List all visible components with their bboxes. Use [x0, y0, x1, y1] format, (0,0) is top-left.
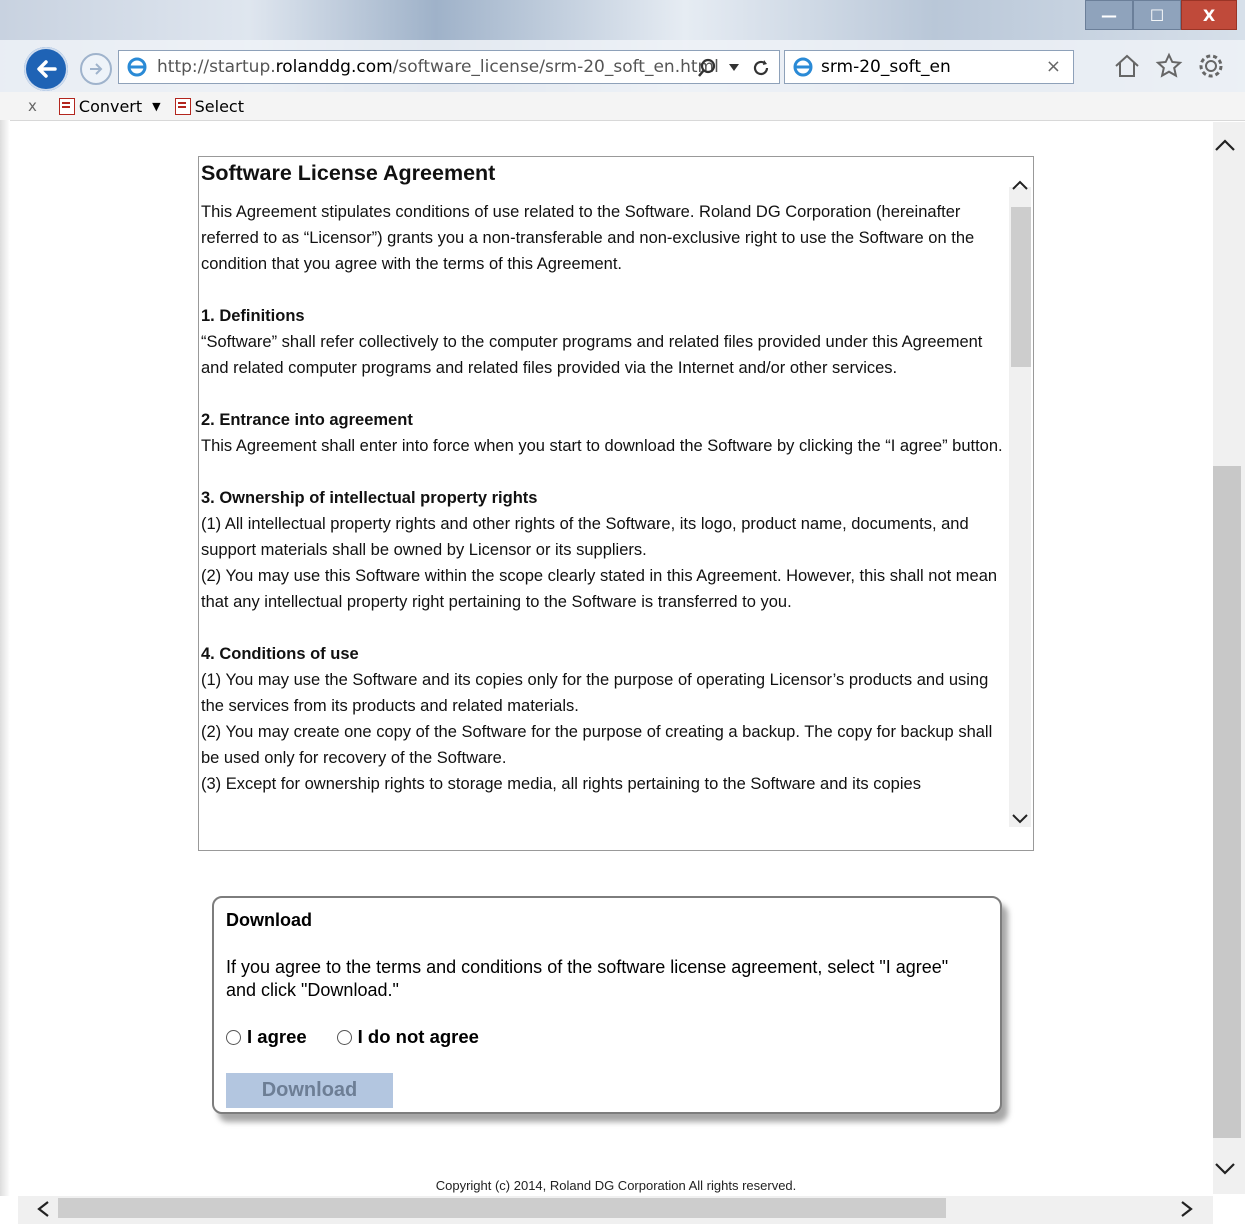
select-button[interactable]: Select	[174, 96, 244, 116]
page-horizontal-scroll-thumb[interactable]	[58, 1198, 946, 1218]
scroll-up-icon[interactable]	[1214, 138, 1236, 152]
section-conditions-p2: (2) You may create one copy of the Softw…	[201, 723, 993, 767]
chevron-down-icon[interactable]: ▼	[152, 100, 160, 113]
pdf-convert-icon	[58, 97, 75, 115]
minimize-button[interactable]: —	[1085, 0, 1133, 30]
back-arrow-icon	[37, 60, 57, 78]
pdf-select-icon	[174, 97, 191, 115]
close-window-button[interactable]: X	[1181, 0, 1237, 30]
close-icon: X	[1202, 5, 1216, 25]
license-intro: This Agreement stipulates conditions of …	[201, 203, 975, 273]
dropdown-arrow-icon[interactable]	[729, 64, 739, 72]
home-icon[interactable]	[1113, 52, 1141, 80]
settings-gear-icon[interactable]	[1197, 52, 1225, 80]
license-agreement-box[interactable]: Software License Agreement This Agreemen…	[198, 156, 1034, 851]
refresh-icon[interactable]	[751, 58, 771, 78]
download-instructions: If you agree to the terms and conditions…	[226, 957, 949, 1000]
section-ownership-p1: (1) All intellectual property rights and…	[201, 515, 969, 559]
ie-logo-icon	[793, 57, 813, 77]
copyright-text: Copyright (c) 2014, Roland DG Corporatio…	[435, 1178, 797, 1193]
agree-label: I agree	[247, 1026, 307, 1047]
section-entrance-heading: 2. Entrance into agreement	[201, 411, 413, 429]
tab-title: srm-20_soft_en	[821, 57, 951, 77]
section-conditions-p3: (3) Except for ownership rights to stora…	[201, 775, 921, 793]
maximize-icon: ☐	[1149, 5, 1165, 25]
license-text: Software License Agreement This Agreemen…	[201, 157, 1009, 797]
address-bar[interactable]: http://startup.rolanddg.com/software_lic…	[118, 50, 780, 84]
command-bar: x Convert ▼ Select	[0, 92, 1245, 121]
scroll-left-icon[interactable]	[36, 1200, 50, 1218]
window-left-edge	[0, 120, 10, 1196]
convert-label: Convert	[78, 96, 143, 116]
tab-close-button[interactable]: ×	[1046, 56, 1061, 77]
select-label: Select	[194, 96, 244, 116]
favorites-star-icon[interactable]	[1155, 52, 1183, 80]
section-conditions-p1: (1) You may use the Software and its cop…	[201, 671, 989, 715]
section-ownership-p2: (2) You may use this Software within the…	[201, 567, 998, 611]
disagree-radio-circle[interactable]	[336, 1029, 352, 1045]
scroll-right-icon[interactable]	[1180, 1200, 1194, 1218]
section-definitions-text: “Software” shall refer collectively to t…	[201, 333, 983, 377]
ie-logo-icon	[127, 57, 147, 77]
download-title: Download	[226, 910, 312, 930]
license-scroll-down-icon[interactable]	[1011, 813, 1029, 825]
window-controls: — ☐ X	[1085, 0, 1237, 30]
back-button[interactable]	[24, 47, 68, 91]
license-title: Software License Agreement	[201, 161, 496, 185]
page-vertical-scroll-thumb[interactable]	[1213, 466, 1241, 1138]
license-scroll-thumb[interactable]	[1011, 207, 1031, 367]
disagree-label: I do not agree	[357, 1026, 479, 1047]
section-ownership-heading: 3. Ownership of intellectual property ri…	[201, 489, 538, 507]
section-conditions-heading: 4. Conditions of use	[201, 645, 359, 663]
browser-toolbar-right	[1113, 52, 1225, 80]
scroll-down-icon[interactable]	[1214, 1162, 1236, 1176]
url-text: http://startup.rolanddg.com/software_lic…	[157, 57, 719, 77]
search-icon[interactable]	[697, 58, 717, 78]
agree-radio[interactable]: I agree	[226, 1026, 307, 1048]
disagree-radio[interactable]: I do not agree	[336, 1026, 479, 1048]
maximize-button[interactable]: ☐	[1133, 0, 1181, 30]
navigation-bar: http://startup.rolanddg.com/software_lic…	[0, 44, 1245, 91]
forward-button[interactable]	[80, 53, 112, 85]
browser-tab[interactable]: srm-20_soft_en ×	[784, 50, 1074, 84]
download-button[interactable]: Download	[226, 1073, 393, 1108]
section-definitions-heading: 1. Definitions	[201, 307, 305, 325]
section-entrance-text: This Agreement shall enter into force wh…	[201, 437, 1003, 455]
agree-radio-circle[interactable]	[226, 1029, 241, 1045]
download-panel: Download If you agree to the terms and c…	[212, 896, 1002, 1114]
forward-arrow-icon	[90, 63, 103, 75]
minimize-icon: —	[1101, 5, 1117, 25]
agreement-options: I agree I do not agree	[226, 1026, 479, 1048]
license-scroll-up-icon[interactable]	[1011, 179, 1029, 191]
command-bar-close-button[interactable]: x	[28, 97, 37, 115]
convert-button[interactable]: Convert ▼	[58, 96, 161, 116]
